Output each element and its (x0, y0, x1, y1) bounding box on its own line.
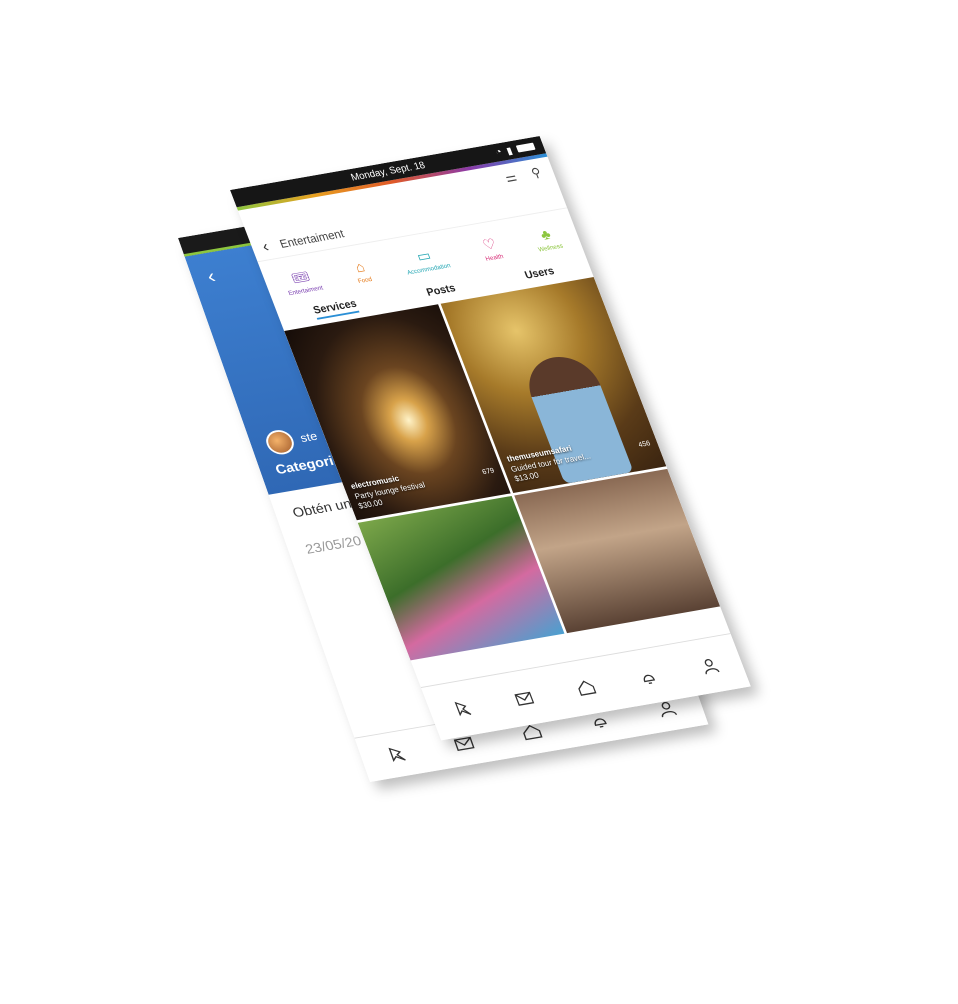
pin-icon[interactable] (379, 740, 414, 768)
category-label: Categori (273, 453, 336, 478)
back-arrow-icon[interactable]: ‹ (204, 265, 219, 288)
home-icon[interactable] (569, 673, 602, 701)
ticket-icon: 🎟 (289, 269, 313, 287)
card-count: 456 (637, 439, 652, 449)
back-arrow-icon[interactable]: ‹ (259, 237, 271, 256)
pin-icon[interactable] (445, 695, 478, 723)
card-count: 679 (480, 466, 496, 477)
tab-services[interactable]: Services (311, 296, 360, 320)
user-name[interactable]: ste (298, 429, 319, 445)
tab-users[interactable]: Users (523, 264, 556, 281)
category-health[interactable]: ♡ Health (478, 236, 505, 263)
mockup-stage: ‹ ste Categori Obtén un nuestras el mejo… (0, 0, 958, 1004)
category-food[interactable]: ⌂ Food (351, 260, 373, 285)
battery-icon (515, 142, 536, 153)
bell-icon[interactable] (631, 662, 664, 690)
mail-icon[interactable] (507, 684, 540, 712)
category-wellness[interactable]: ♣ Wellness (531, 227, 565, 253)
bed-icon: ▭ (414, 248, 434, 266)
search-icon[interactable]: ⚲ (529, 164, 543, 180)
avatar[interactable] (262, 428, 298, 457)
category-accommodation[interactable]: ▭ Accommodation (400, 246, 451, 276)
lotus-icon: ♣ (538, 227, 554, 244)
filter-icon[interactable]: ⚌ (503, 169, 519, 186)
signal-icon: ▮ (504, 145, 515, 157)
heart-icon: ♡ (480, 236, 499, 254)
tab-posts[interactable]: Posts (424, 281, 457, 298)
user-icon[interactable] (693, 651, 726, 679)
category-entertaiment[interactable]: 🎟 Entertaiment (281, 269, 324, 297)
page-title: Entertaiment (277, 226, 346, 251)
cloche-icon: ⌂ (353, 259, 368, 276)
clock-icon: ◔ (493, 146, 504, 158)
